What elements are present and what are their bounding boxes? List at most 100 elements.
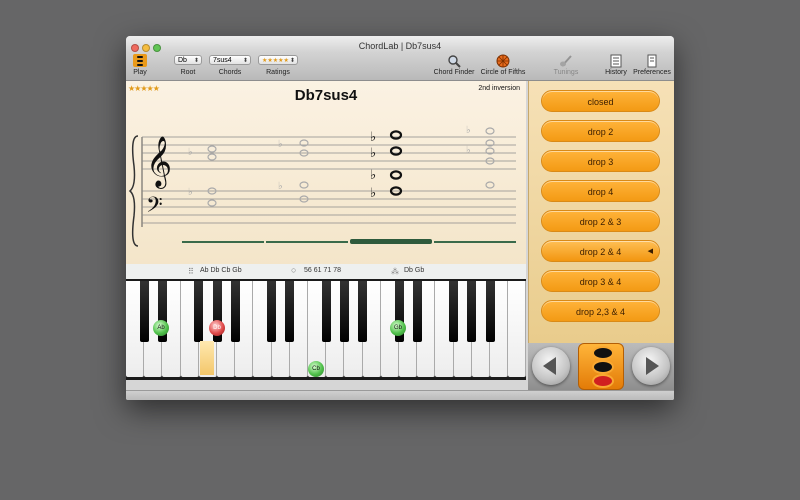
black-key[interactable] bbox=[321, 281, 331, 342]
tunings-button[interactable]: Tunings bbox=[550, 52, 582, 80]
chord-finder-label: Chord Finder bbox=[433, 69, 475, 76]
voicing-label: drop 2 bbox=[587, 127, 614, 137]
play-toolbar-button[interactable]: Play bbox=[129, 52, 151, 80]
svg-text:♭: ♭ bbox=[466, 145, 471, 156]
voicing-label: drop 2,3 & 4 bbox=[575, 307, 626, 317]
black-key[interactable] bbox=[267, 281, 277, 342]
close-window-button[interactable] bbox=[131, 44, 139, 52]
circle-of-fifths-label: Circle of Fifths bbox=[480, 69, 526, 76]
svg-text:♭: ♭ bbox=[370, 185, 376, 200]
notes-info-bar: ⠿ Ab Db Cb Gb ○ 56 61 71 78 ⁂ Db Gb bbox=[126, 264, 526, 279]
svg-text:♭: ♭ bbox=[278, 139, 283, 150]
black-key[interactable] bbox=[339, 281, 349, 342]
guitar-icon bbox=[560, 55, 572, 67]
bass-staff bbox=[142, 190, 516, 224]
voicing-label: closed bbox=[587, 97, 614, 107]
notation-panel: ★★★★★ Db7sus4 2nd inversion 𝄞 𝄢 ♭ ♭ ♭ ♭ … bbox=[126, 81, 526, 279]
previous-button[interactable] bbox=[532, 347, 570, 385]
notes-grid-icon: ⠿ bbox=[188, 267, 194, 276]
circle-of-fifths-button[interactable]: Circle of Fifths bbox=[479, 52, 527, 80]
chords-label: Chords bbox=[218, 69, 242, 76]
black-key[interactable] bbox=[230, 281, 240, 342]
faded-chord-1: ♭ ♭ bbox=[188, 145, 217, 207]
voicing-drop-2-3-4[interactable]: drop 2,3 & 4 bbox=[541, 300, 660, 322]
play-chord-button[interactable] bbox=[578, 343, 624, 390]
current-chord: ♭ ♭ ♭ ♭ bbox=[370, 129, 403, 200]
play-label: Play bbox=[133, 69, 147, 76]
faded-chord-2: ♭ ♭ bbox=[278, 139, 309, 203]
treble-staff bbox=[142, 136, 516, 170]
root-select[interactable]: Db ⬍ bbox=[174, 55, 202, 65]
voicing-panel: closed drop 2 drop 3 drop 4 drop 2 & 3 d… bbox=[528, 81, 674, 343]
svg-text:♭: ♭ bbox=[188, 147, 193, 158]
history-label: History bbox=[605, 69, 627, 76]
svg-text:♭: ♭ bbox=[278, 181, 283, 192]
svg-text:♭: ♭ bbox=[188, 187, 193, 198]
piano-keyboard[interactable]: Ab Db Gb Cb bbox=[126, 279, 527, 380]
magnifier-icon bbox=[448, 55, 461, 68]
chord-finder-button[interactable]: Chord Finder bbox=[432, 52, 476, 80]
black-key[interactable] bbox=[449, 281, 459, 342]
note-names: Ab Db Cb Gb bbox=[200, 267, 242, 274]
voicing-drop-2[interactable]: drop 2 bbox=[541, 120, 660, 142]
voicing-label: drop 4 bbox=[587, 187, 614, 197]
select-arrows-icon: ⬍ bbox=[242, 58, 248, 64]
ratings-label: Ratings bbox=[266, 69, 290, 76]
voicing-drop-3[interactable]: drop 3 bbox=[541, 150, 660, 172]
svg-text:♭: ♭ bbox=[370, 129, 376, 144]
voicing-drop-2-3[interactable]: drop 2 & 3 bbox=[541, 210, 660, 232]
chords-select-value: 7sus4 bbox=[213, 57, 232, 64]
play-light-middle bbox=[592, 360, 614, 374]
note-marker-cb: Cb bbox=[308, 361, 324, 377]
midi-numbers: 56 61 71 78 bbox=[304, 267, 341, 274]
chords-select[interactable]: 7sus4 ⬍ bbox=[209, 55, 251, 65]
bass-clef-icon: 𝄢 bbox=[146, 193, 163, 223]
faded-chord-3: ♭ ♭ bbox=[466, 125, 495, 189]
black-key[interactable] bbox=[358, 281, 368, 342]
root-label: Root bbox=[180, 69, 196, 76]
black-key[interactable] bbox=[485, 281, 495, 342]
black-key[interactable] bbox=[139, 281, 149, 342]
svg-text:♭: ♭ bbox=[466, 125, 471, 136]
preferences-button[interactable]: Preferences bbox=[633, 52, 671, 80]
note-marker-ab: Ab bbox=[153, 320, 169, 336]
window-title: ChordLab | Db7sus4 bbox=[358, 41, 442, 51]
voicing-drop-3-4[interactable]: drop 3 & 4 bbox=[541, 270, 660, 292]
voicing-label: drop 2 & 3 bbox=[579, 217, 622, 227]
midi-circle-icon: ○ bbox=[291, 265, 297, 275]
title-bar: ChordLab | Db7sus4 bbox=[126, 36, 674, 52]
grand-staff: 𝄞 𝄢 ♭ ♭ ♭ ♭ ♭ ♭ ♭ ♭ ♭ ♭ bbox=[128, 125, 516, 247]
voicing-drop-4[interactable]: drop 4 bbox=[541, 180, 660, 202]
voicing-label: drop 2 & 4 bbox=[579, 247, 622, 257]
ratings-select-value: ★★★★★ bbox=[262, 58, 289, 64]
minimize-window-button[interactable] bbox=[142, 44, 150, 52]
circle-of-fifths-icon bbox=[496, 54, 510, 68]
black-key[interactable] bbox=[194, 281, 204, 342]
arrow-right-icon bbox=[646, 357, 659, 375]
svg-text:♭: ♭ bbox=[370, 167, 376, 182]
navigation-bar bbox=[528, 343, 674, 390]
history-button[interactable]: History bbox=[603, 52, 629, 80]
black-key[interactable] bbox=[467, 281, 477, 342]
app-window: ChordLab | Db7sus4 Play Db ⬍ Root 7sus4 ⬍ … bbox=[126, 36, 674, 400]
arrow-left-icon bbox=[543, 357, 556, 375]
staff-brace bbox=[128, 135, 139, 247]
preferences-label: Preferences bbox=[633, 69, 671, 76]
svg-text:♭: ♭ bbox=[370, 145, 376, 160]
play-light-bottom bbox=[592, 374, 614, 388]
voicing-label: drop 3 bbox=[587, 157, 614, 167]
black-key[interactable] bbox=[285, 281, 295, 342]
select-arrows-icon: ⬍ bbox=[289, 58, 295, 64]
black-key[interactable] bbox=[412, 281, 422, 342]
inversion-scroller bbox=[182, 239, 516, 244]
ratings-select[interactable]: ★★★★★ ⬍ bbox=[258, 55, 298, 65]
treble-clef-icon: 𝄞 bbox=[146, 136, 172, 189]
voicing-closed[interactable]: closed bbox=[541, 90, 660, 112]
voicing-drop-2-4-selected[interactable]: drop 2 & 4 ◀ bbox=[541, 240, 660, 262]
pedal-notes: Db Gb bbox=[404, 267, 425, 274]
voicing-label: drop 3 & 4 bbox=[579, 277, 622, 287]
pedal-icon: ⁂ bbox=[391, 267, 399, 276]
zoom-window-button[interactable] bbox=[153, 44, 161, 52]
white-key[interactable] bbox=[508, 281, 527, 377]
next-button[interactable] bbox=[632, 347, 670, 385]
